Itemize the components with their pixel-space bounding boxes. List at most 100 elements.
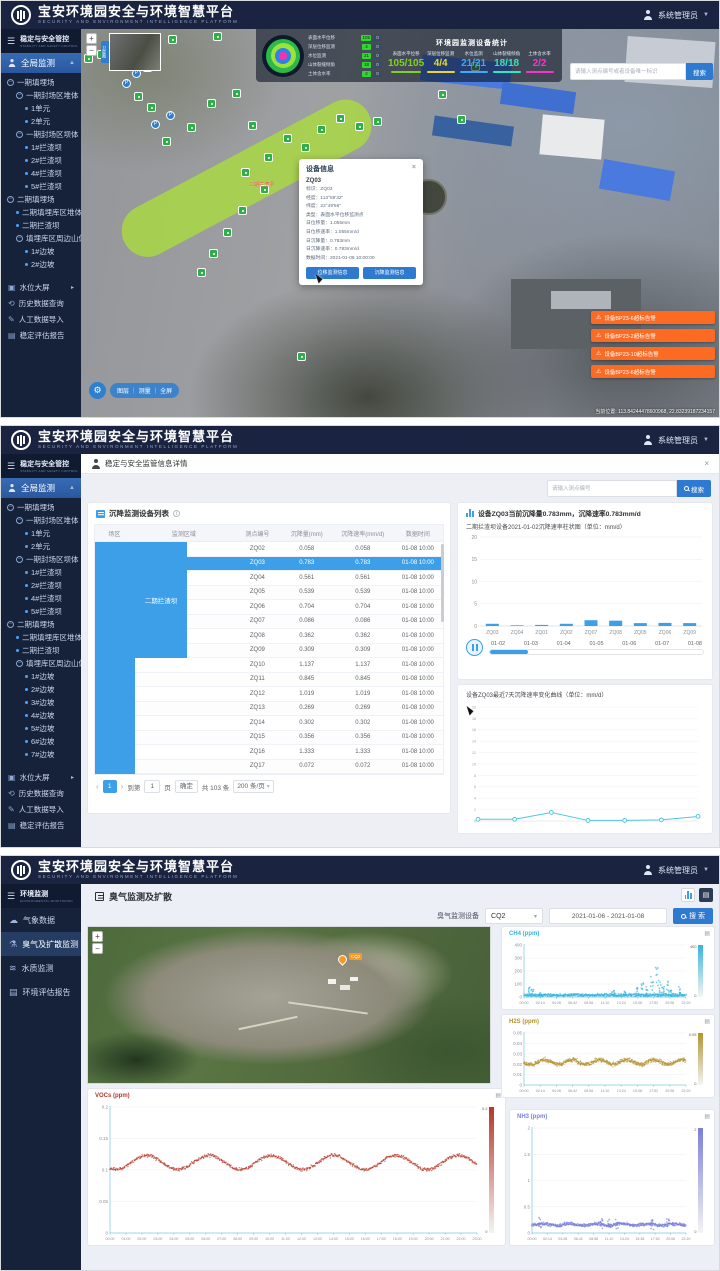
device-marker-green[interactable]: [134, 92, 143, 101]
tools-button[interactable]: ⚙: [89, 382, 106, 399]
device-marker-blue[interactable]: P: [122, 79, 131, 88]
device-marker-green[interactable]: [232, 89, 241, 98]
table-row[interactable]: ZQ101.1371.13701-08 10:00: [95, 658, 443, 673]
layers-button[interactable]: 图层: [117, 386, 129, 395]
fullscreen-button[interactable]: 全屏: [160, 386, 172, 395]
alert-banner[interactable]: ⚠设备BP23-10超标告警: [591, 347, 715, 360]
alert-banner[interactable]: ⚠设备BP23-6超标告警: [591, 365, 715, 378]
tree-item[interactable]: −一期封场区堆体: [1, 89, 81, 102]
sidebar-control-header[interactable]: ☰ 稳定与安全管控 STABILITY AND SAFETY CONTROL: [1, 29, 81, 53]
timeline-label[interactable]: 01-05: [589, 641, 603, 647]
collapse-icon[interactable]: −: [16, 92, 23, 99]
device-marker-green[interactable]: [438, 90, 447, 99]
tree-item[interactable]: 2单元: [1, 540, 81, 553]
timeline-label[interactable]: 01-08: [688, 641, 702, 647]
sidebar-item-水位大屏[interactable]: ▣水位大屏▸: [1, 279, 81, 295]
tree-item[interactable]: 1#边坡: [1, 670, 81, 683]
odor-map[interactable]: + − CQ2: [87, 926, 491, 1084]
collapse-icon[interactable]: −: [16, 131, 23, 138]
device-marker-green[interactable]: [223, 228, 232, 237]
device-marker-green[interactable]: [241, 168, 250, 177]
sidebar-item-稳定评估报告[interactable]: ▤稳定评估报告: [1, 817, 81, 833]
tree-item[interactable]: −二期填埋场: [1, 618, 81, 631]
table-row[interactable]: ZQ170.0720.07201-08 10:00: [95, 760, 443, 775]
zoom-in-button[interactable]: +: [92, 931, 103, 942]
device-marker-green[interactable]: [209, 249, 218, 258]
user-menu[interactable]: 系统管理员 ▼: [643, 865, 709, 876]
search-input[interactable]: [570, 63, 686, 80]
tree-item[interactable]: −填埋库区周边山体: [1, 232, 81, 245]
zoom-in-button[interactable]: +: [86, 33, 97, 44]
device-select[interactable]: CQ2▾: [485, 908, 543, 924]
alert-banner[interactable]: ⚠设备BP23-2超标告警: [591, 329, 715, 342]
collapse-icon[interactable]: −: [7, 79, 14, 86]
device-marker-green[interactable]: [373, 117, 382, 126]
tree-item[interactable]: 1单元: [1, 527, 81, 540]
device-marker-green[interactable]: [317, 125, 326, 134]
table-scrollbar[interactable]: [441, 544, 444, 622]
user-menu[interactable]: 系统管理员 ▼: [643, 10, 709, 21]
alert-banner[interactable]: ⚠设备BP23-6超标告警: [591, 311, 715, 324]
popup-button-位移监测信息[interactable]: 位移监测信息: [306, 267, 359, 279]
device-marker-blue[interactable]: P: [166, 111, 175, 120]
page-number-button[interactable]: 1: [103, 780, 117, 793]
tree-item[interactable]: 4#拦渣坝: [1, 167, 81, 180]
tree-item[interactable]: 1#边坡: [1, 245, 81, 258]
table-row[interactable]: ZQ130.2690.26901-08 10:00: [95, 702, 443, 717]
device-marker-green[interactable]: [197, 268, 206, 277]
sidebar-item-global-monitor[interactable]: 全局监测 ▲: [1, 53, 81, 73]
device-marker-green[interactable]: [283, 134, 292, 143]
tree-item[interactable]: 4#边坡: [1, 709, 81, 722]
device-marker-green[interactable]: [213, 32, 222, 41]
close-icon[interactable]: ×: [704, 459, 709, 468]
table-row[interactable]: ZQ110.8450.84501-08 10:00: [95, 673, 443, 688]
tree-item[interactable]: 2单元: [1, 115, 81, 128]
sidebar-item-臭气及扩散监测[interactable]: ⚗臭气及扩散监测: [1, 932, 81, 956]
timeline-label[interactable]: 01-06: [622, 641, 636, 647]
prev-page-button[interactable]: ‹: [96, 782, 99, 791]
confirm-button[interactable]: 确定: [175, 780, 198, 793]
tree-item[interactable]: 2#边坡: [1, 258, 81, 271]
page-size-select[interactable]: 200 条/页▾: [233, 780, 273, 793]
tree-item[interactable]: 7#边坡: [1, 748, 81, 761]
minimap[interactable]: 卫星图: [101, 33, 161, 71]
tree-item[interactable]: −一期封场区坝体: [1, 128, 81, 141]
layer-tab[interactable]: 卫星图: [101, 41, 109, 63]
device-marker-green[interactable]: [238, 206, 247, 215]
tree-item[interactable]: 5#拦渣坝: [1, 180, 81, 193]
sidebar-item-历史数据查询[interactable]: ⟲历史数据查询: [1, 785, 81, 801]
measure-button[interactable]: 测量: [139, 386, 151, 395]
sidebar-item-global-monitor[interactable]: 全局监测 ▲: [1, 478, 81, 498]
timeline-label[interactable]: 01-04: [557, 641, 571, 647]
tree-item[interactable]: −一期填埋场: [1, 501, 81, 514]
close-icon[interactable]: ×: [412, 164, 416, 174]
info-icon[interactable]: i: [173, 510, 180, 517]
save-image-icon[interactable]: ▤: [704, 1113, 710, 1120]
tree-item[interactable]: 3#边坡: [1, 696, 81, 709]
collapse-icon[interactable]: −: [16, 660, 23, 667]
tree-item[interactable]: −填埋库区周边山体: [1, 657, 81, 670]
device-marker-green[interactable]: [297, 352, 306, 361]
pause-button[interactable]: [466, 639, 483, 656]
device-marker-green[interactable]: [264, 153, 273, 162]
sidebar-item-环境评估报告[interactable]: ▤环境评估报告: [1, 980, 81, 1004]
timeline-label[interactable]: 01-02: [491, 641, 505, 647]
date-range-input[interactable]: 2021-01-06 - 2021-01-08: [549, 908, 667, 924]
sidebar-item-稳定评估报告[interactable]: ▤稳定评估报告: [1, 327, 81, 343]
grid-view-button[interactable]: ▤: [699, 888, 713, 902]
device-marker-green[interactable]: [457, 115, 466, 124]
tree-item[interactable]: 1单元: [1, 102, 81, 115]
save-image-icon[interactable]: ▤: [704, 930, 710, 937]
tree-item[interactable]: 二期拦渣坝: [1, 219, 81, 232]
device-marker-green[interactable]: [147, 103, 156, 112]
satellite-map[interactable]: 二期拦渣坝 + − 卫星图 表面水平位移1050深层位移监测40水位监测210山…: [81, 29, 719, 417]
tree-item[interactable]: −一期填埋场: [1, 76, 81, 89]
timeline-label[interactable]: 01-07: [655, 641, 669, 647]
device-marker-green[interactable]: [162, 137, 171, 146]
sidebar-item-水质监测[interactable]: ≋水质监测: [1, 956, 81, 980]
zoom-out-button[interactable]: −: [86, 45, 97, 56]
device-marker-green[interactable]: [336, 114, 345, 123]
table-row[interactable]: ZQ150.3560.35601-08 10:00: [95, 731, 443, 746]
tree-item[interactable]: 5#拦渣坝: [1, 605, 81, 618]
device-marker-green[interactable]: [207, 99, 216, 108]
